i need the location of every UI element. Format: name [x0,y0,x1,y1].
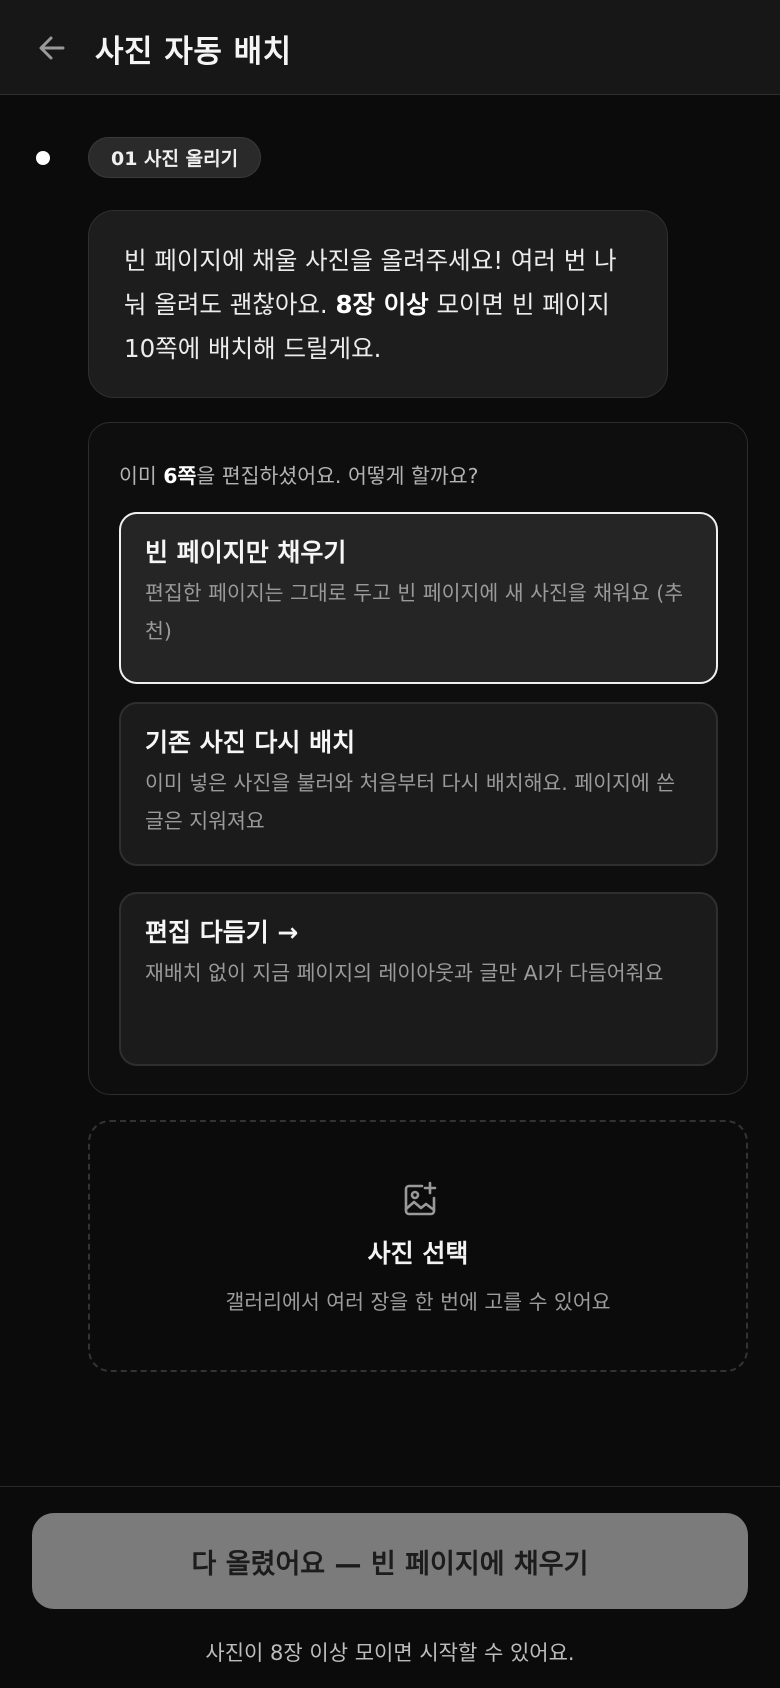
option-title: 빈 페이지만 채우기 [145,538,347,567]
image-plus-icon [404,1181,437,1216]
back-button[interactable] [30,28,74,68]
option-description: 편집한 페이지는 그대로 두고 빈 페이지에 새 사진을 채워요 (추천) [145,581,684,643]
option-polish-edits[interactable]: 편집 다듬기 → 재배치 없이 지금 페이지의 레이아웃과 글만 AI가 다듬어… [119,892,718,1066]
edit-choice-panel: 이미 6쪽을 편집하셨어요. 어떻게 할까요? 빈 페이지만 채우기 편집한 페… [88,422,748,1095]
choice-question-prefix: 이미 [119,464,164,488]
option-title: 편집 다듬기 → [145,918,299,947]
option-description: 이미 넣은 사진을 불러와 처음부터 다시 배치해요. 페이지에 쓴 글은 지워… [145,771,676,833]
bottom-action-bar: 다 올렸어요 — 빈 페이지에 채우기 사진이 8장 이상 모이면 시작할 수 … [0,1486,780,1688]
fill-empty-pages-button[interactable]: 다 올렸어요 — 빈 페이지에 채우기 [32,1513,748,1609]
page-title: 사진 자동 배치 [95,34,292,70]
step-dot [36,151,50,165]
option-rearrange-existing[interactable]: 기존 사진 다시 배치 이미 넣은 사진을 불러와 처음부터 다시 배치해요. … [119,702,718,866]
instruction-message: 빈 페이지에 채울 사진을 올려주세요! 여러 번 나눠 올려도 괜찮아요. 8… [88,210,668,398]
arrow-left-icon [39,36,65,60]
instruction-text-bold: 8장 이상 [335,290,429,319]
option-fill-empty-pages[interactable]: 빈 페이지만 채우기 편집한 페이지는 그대로 두고 빈 페이지에 새 사진을 … [119,512,718,684]
option-title: 기존 사진 다시 배치 [145,728,356,757]
step-label-pill: 01 사진 올리기 [88,137,262,178]
photo-select-dropzone[interactable]: 사진 선택 갤러리에서 여러 장을 한 번에 고를 수 있어요 [88,1120,748,1372]
choice-question: 이미 6쪽을 편집하셨어요. 어떻게 할까요? [119,459,479,489]
photo-select-subtitle: 갤러리에서 여러 장을 한 번에 고를 수 있어요 [225,1290,611,1314]
photo-select-title: 사진 선택 [367,1239,469,1268]
choice-question-suffix: 을 편집하셨어요. 어떻게 할까요? [196,464,479,488]
choice-question-page-count: 6쪽 [163,464,197,488]
option-description: 재배치 없이 지금 페이지의 레이아웃과 글만 AI가 다듬어줘요 [145,961,664,985]
minimum-photos-note: 사진이 8장 이상 모이면 시작할 수 있어요. [205,1641,575,1665]
app-header: 사진 자동 배치 [0,0,780,95]
